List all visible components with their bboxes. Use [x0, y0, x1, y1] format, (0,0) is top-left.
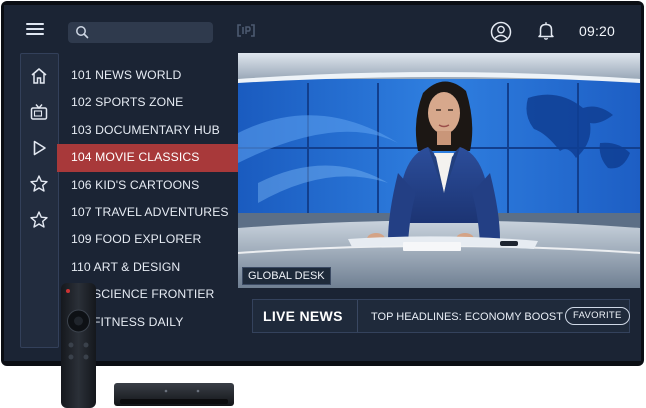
bell-icon[interactable] [537, 21, 555, 41]
program-tag: GLOBAL DESK [242, 267, 331, 285]
channel-item-active[interactable]: 104 MOVIE CLASSICS [57, 144, 238, 172]
remote-control-image [61, 283, 96, 408]
star-icon[interactable] [29, 174, 49, 194]
user-icon[interactable] [490, 21, 512, 43]
set-top-box-image [114, 383, 234, 406]
search-input[interactable] [94, 24, 206, 40]
headline-text: TOP HEADLINES: ECONOMY BOOST [371, 311, 563, 323]
now-playing-bar: LIVE NEWS TOP HEADLINES: ECONOMY BOOST F… [252, 299, 630, 333]
favorite-button[interactable]: FAVORITE [565, 307, 630, 325]
clock: 09:20 [579, 23, 616, 39]
home-icon[interactable] [29, 66, 49, 86]
channel-item[interactable]: 107 TRAVEL ADVENTURES [57, 199, 238, 226]
play-icon[interactable] [29, 138, 49, 158]
channel-item[interactable]: 109 FOOD EXPLORER [57, 226, 238, 253]
channel-item[interactable]: 110 ART & DESIGN [57, 254, 238, 281]
tv-icon[interactable] [29, 102, 49, 122]
tv-screen: 09:20 101 NEWS WORLD 102 SPORTS ZONE 103… [4, 5, 641, 361]
menu-icon[interactable] [26, 23, 46, 37]
star-icon[interactable] [29, 210, 49, 230]
search-icon [76, 26, 89, 39]
ip-logo-icon [237, 24, 255, 37]
search-box[interactable] [68, 22, 213, 43]
top-bar: 09:20 [4, 5, 641, 53]
sidebar-nav [20, 53, 59, 348]
channel-item[interactable]: 106 KID'S CARTOONS [57, 172, 238, 199]
program-title: LIVE NEWS [263, 308, 343, 324]
news-anchor-video-frame [238, 53, 640, 288]
channel-item[interactable]: 103 DOCUMENTARY HUB [57, 117, 238, 144]
video-player[interactable]: GLOBAL DESK [238, 53, 640, 288]
channel-item[interactable]: 102 SPORTS ZONE [57, 89, 238, 116]
divider [357, 300, 358, 332]
channel-item[interactable]: 101 NEWS WORLD [57, 62, 238, 89]
